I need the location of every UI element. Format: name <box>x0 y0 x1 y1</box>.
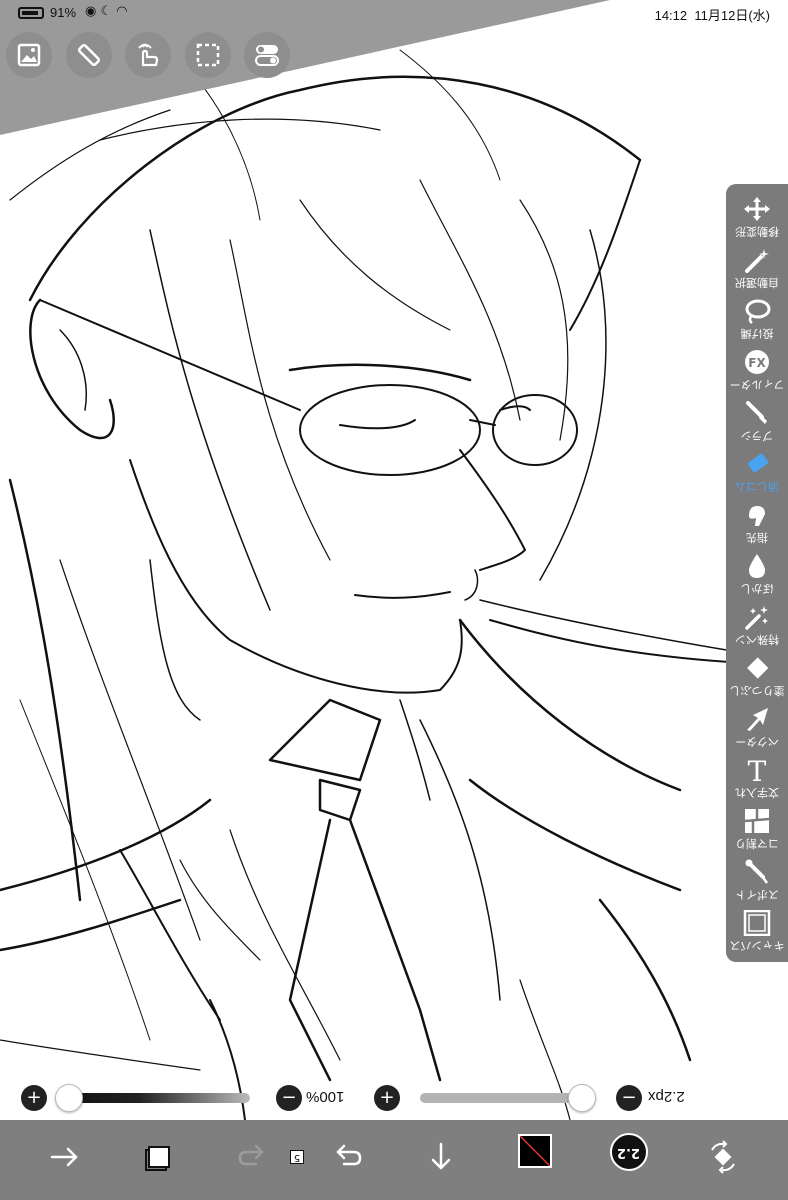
rotate-icon <box>711 1140 735 1174</box>
tool-panel-split[interactable]: コマ割り <box>726 802 788 853</box>
size-slider-track[interactable] <box>420 1093 584 1103</box>
gesture-icon <box>138 43 159 67</box>
brush-settings-row: + − 100% + − 2.2px <box>0 1080 788 1116</box>
battery-percent: 91% <box>50 5 77 20</box>
lasso-icon <box>745 299 771 324</box>
image-icon <box>17 43 41 67</box>
tool-text[interactable]: T 文字入れ <box>726 751 788 802</box>
tool-eyedropper[interactable]: スポイト <box>726 853 788 904</box>
special-pen-icon <box>745 606 768 630</box>
eyedropper-icon <box>745 859 769 884</box>
settings-toggle-button[interactable] <box>244 32 290 78</box>
size-increase-button[interactable]: + <box>374 1085 400 1111</box>
brush-icon <box>746 401 767 424</box>
layers-icon <box>145 1146 170 1171</box>
opacity-increase-button[interactable]: + <box>21 1085 47 1111</box>
fill-icon <box>747 657 769 679</box>
redo-button[interactable] <box>228 1132 278 1182</box>
brush-size-label: 2.2 <box>617 1144 641 1160</box>
download-button[interactable] <box>416 1132 466 1182</box>
arrow-down-icon <box>431 1142 451 1170</box>
tool-special-pen[interactable]: 特殊ペン <box>726 598 788 649</box>
canvas-icon <box>743 910 771 936</box>
tool-eraser[interactable]: 消しゴム <box>726 445 788 496</box>
tool-fill[interactable]: 塗りつぶし <box>726 649 788 700</box>
rotate-canvas-button[interactable] <box>698 1132 748 1182</box>
blur-icon <box>749 554 765 578</box>
size-slider-knob[interactable] <box>568 1084 596 1112</box>
selection-button[interactable] <box>185 32 231 78</box>
bottom-toolbar: 5 2.2 <box>0 1120 788 1200</box>
opacity-value: 100% <box>306 1088 345 1105</box>
vector-icon <box>747 708 768 731</box>
tool-canvas[interactable]: キャンバス <box>726 904 788 955</box>
size-decrease-button[interactable]: − <box>616 1085 642 1111</box>
svg-text:T: T <box>748 757 767 783</box>
layers-button[interactable]: 5 <box>132 1132 304 1182</box>
undo-button[interactable] <box>322 1132 372 1182</box>
brush-size-button[interactable]: 2.2 <box>610 1133 648 1171</box>
tool-finger[interactable]: 指先 <box>726 496 788 547</box>
status-bar: 91% ◉ ☾ ◠ 14:12 11月12日(水) <box>0 4 788 24</box>
magic-wand-icon <box>745 249 769 273</box>
ruler-icon <box>77 43 101 67</box>
arrow-right-icon <box>50 1147 78 1167</box>
tool-lasso[interactable]: 投げ縄 <box>726 292 788 343</box>
gesture-button[interactable] <box>125 32 171 78</box>
tool-panel: 移動変形 自動選択 投げ縄 FX フィルター ブラシ 消しゴム 指先 ぼかし 特… <box>726 184 788 962</box>
eraser-icon <box>747 453 769 473</box>
redo-icon <box>238 1144 264 1166</box>
ruler-button[interactable] <box>66 32 112 78</box>
text-icon: T <box>748 757 767 783</box>
tool-blur[interactable]: ぼかし <box>726 547 788 598</box>
color-swatch[interactable] <box>518 1134 552 1168</box>
drawing-canvas[interactable] <box>0 0 788 1200</box>
tool-move[interactable]: 移動変形 <box>726 190 788 241</box>
fx-icon: FX <box>745 350 769 374</box>
tool-vector[interactable]: ベクター <box>726 700 788 751</box>
move-icon <box>744 197 770 221</box>
opacity-decrease-button[interactable]: − <box>276 1085 302 1111</box>
status-clock: 14:12 11月12日(水) <box>654 8 770 23</box>
svg-text:FX: FX <box>748 356 766 370</box>
forward-button[interactable] <box>40 1132 90 1182</box>
wifi-icon: ◉ ☾ ◠ <box>85 4 128 19</box>
selection-icon <box>196 43 220 67</box>
opacity-slider-knob[interactable] <box>55 1084 83 1112</box>
tool-filter[interactable]: FX フィルター <box>726 343 788 394</box>
color-swatch-icon <box>520 1136 550 1166</box>
layer-count: 5 <box>290 1150 304 1164</box>
finger-icon <box>749 506 765 526</box>
size-value: 2.2px <box>648 1088 685 1105</box>
opacity-slider-track[interactable] <box>66 1093 250 1103</box>
image-button[interactable] <box>6 32 52 78</box>
battery-icon <box>18 7 44 19</box>
panel-icon <box>744 809 770 833</box>
undo-icon <box>336 1144 362 1166</box>
tool-brush[interactable]: ブラシ <box>726 394 788 445</box>
toggle-icon <box>255 45 279 66</box>
tool-auto-select[interactable]: 自動選択 <box>726 241 788 292</box>
